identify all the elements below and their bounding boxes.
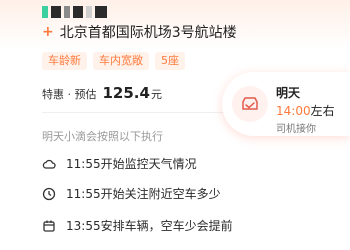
tag-seats: 5座 [155,52,185,70]
pickup-day: 明天 [276,86,301,100]
price-prefix: 特惠 · 预估 [42,88,97,101]
pickup-note: 司机接你 [276,124,316,135]
cloud-icon [42,157,56,171]
trip-card: + 北京首都国际机场3号航站楼 车龄新 车内宽敞 5座 特惠 · 预估 125.… [0,0,350,250]
schedule-title: 明天小滴会按照以下执行 [42,130,163,143]
clock-icon [42,187,56,201]
car-badge-icon [232,86,268,122]
schedule-item-dispatch: 13:55安排车辆，空车少会提前 [42,217,233,234]
price-amount: 125.4 [102,84,150,102]
schedule-item-text: 13:55安排车辆，空车少会提前 [66,219,233,233]
destination-address[interactable]: + 北京首都国际机场3号航站楼 [42,22,237,42]
pickup-card[interactable]: 明天 14:00左右 司机接你 [222,72,350,136]
car-tags: 车龄新 车内宽敞 5座 [42,52,185,70]
price-unit: 元 [150,88,162,101]
schedule-item-weather: 11:55开始监控天气情况 [42,155,197,172]
schedule-item-cars: 11:55开始关注附近空车多少 [42,185,221,202]
tag-car-age: 车龄新 [42,52,87,70]
price-estimate: 特惠 · 预估 125.4 元 [42,84,162,102]
schedule-item-text: 11:55开始监控天气情况 [66,157,197,171]
pickup-time: 14:00 [276,104,311,118]
calendar-icon [42,219,56,233]
masked-plate-number [42,6,107,20]
divider [42,112,238,113]
schedule-item-text: 11:55开始关注附近空车多少 [66,187,221,201]
pickup-time-suffix: 左右 [310,104,335,118]
destination-label: 北京首都国际机场3号航站楼 [59,25,237,41]
tag-spacious: 车内宽敞 [93,52,149,70]
plus-icon: + [42,24,54,40]
pickup-time-row: 14:00左右 [276,102,335,119]
